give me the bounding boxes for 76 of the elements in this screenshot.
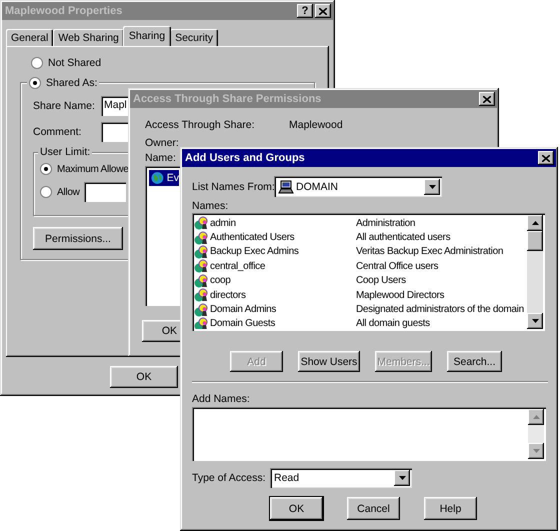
radio-option[interactable]: Maximum Allowe [40, 162, 129, 176]
group-name[interactable]: directors [210, 290, 356, 301]
action-button[interactable]: Show Users [298, 351, 360, 372]
group-icon [194, 244, 210, 259]
help-button[interactable]: ? [297, 4, 313, 18]
tab[interactable]: Web Sharing [53, 29, 124, 46]
user-limit-field[interactable] [84, 182, 126, 202]
share-label: Access Through Share: [145, 119, 256, 131]
name-label: Name: [145, 152, 176, 164]
group-icon [194, 259, 210, 274]
field-label: Type of Access: [192, 472, 267, 484]
window-title: Access Through Share Permissions [130, 90, 497, 108]
group-title: User Limit: [38, 146, 92, 158]
arrow-up-icon [532, 415, 540, 419]
close-button[interactable] [479, 92, 495, 106]
share-name-field[interactable]: Mapl [101, 96, 128, 116]
group-description: Administration [356, 218, 416, 229]
arrow-down-icon [532, 319, 538, 323]
group-name[interactable]: admin [210, 218, 356, 229]
computer-icon [278, 180, 294, 194]
globe-icon [151, 171, 164, 185]
close-icon [542, 154, 550, 162]
radio-option[interactable]: Shared As: [27, 76, 100, 90]
ok-button[interactable]: OK [142, 320, 182, 342]
scrollbar[interactable] [527, 215, 543, 329]
list-names-dropdown[interactable]: DOMAIN [274, 176, 442, 197]
group-description: All domain guests [356, 318, 430, 329]
share-value: Maplewood [289, 119, 343, 131]
permissions-button[interactable]: Permissions... [33, 227, 123, 250]
group-name[interactable]: Backup Exec Admins [210, 246, 356, 258]
list-item[interactable]: Ev [149, 170, 179, 186]
close-button[interactable] [538, 151, 554, 165]
arrow-up-icon [532, 221, 538, 225]
names-label: Names: [192, 200, 228, 212]
group-description: Veritas Backup Exec Administration [356, 246, 504, 258]
field-label: Share Name: [33, 100, 96, 112]
group-icon [194, 288, 210, 302]
group-name[interactable]: Domain Admins [210, 304, 356, 316]
group-icon [194, 316, 210, 329]
group-description: Central Office users [356, 260, 438, 272]
add-names-label: Add Names: [192, 393, 250, 405]
group-description: Maplewood Directors [356, 290, 444, 301]
window-title: Add Users and Groups [182, 149, 556, 167]
action-button[interactable]: Search... [447, 351, 502, 372]
group-name[interactable]: Domain Guests [210, 318, 356, 329]
field-label: List Names From: [192, 180, 274, 192]
arrow-down-icon [532, 449, 540, 453]
group-name[interactable]: Authenticated Users [210, 232, 356, 244]
radio-option[interactable]: Allow [40, 185, 80, 199]
close-button[interactable] [315, 4, 331, 18]
dialog-button[interactable]: Cancel [347, 497, 400, 520]
field-label: Comment: [33, 126, 82, 138]
group-description: All authenticated users [356, 232, 450, 244]
window-title: Maplewood Properties ? [2, 2, 333, 20]
add-names-field[interactable] [192, 407, 546, 461]
tab[interactable]: General [6, 29, 54, 46]
dialog-button[interactable]: Help [424, 497, 477, 520]
group-icon [194, 216, 210, 230]
owner-label: Owner: [145, 137, 179, 149]
ok-button[interactable]: OK [110, 366, 178, 388]
group-description: Designated administrators of the domain [356, 304, 524, 316]
close-icon [319, 8, 327, 14]
tab[interactable]: Security [170, 29, 218, 46]
tab[interactable]: Sharing [122, 26, 172, 46]
close-icon [483, 96, 491, 102]
group-name[interactable]: central_office [210, 260, 356, 272]
dialog-button[interactable]: OK [270, 497, 323, 520]
radio-option[interactable]: Not Shared [31, 56, 102, 70]
group-description: Coop Users [356, 275, 406, 286]
comment-field[interactable] [101, 122, 128, 142]
access-type-dropdown[interactable]: Read [270, 468, 412, 488]
group-icon [194, 302, 210, 317]
group-icon [194, 274, 210, 288]
scroll-thumb[interactable] [527, 231, 543, 251]
group-icon [194, 230, 210, 245]
group-name[interactable]: coop [210, 275, 356, 286]
